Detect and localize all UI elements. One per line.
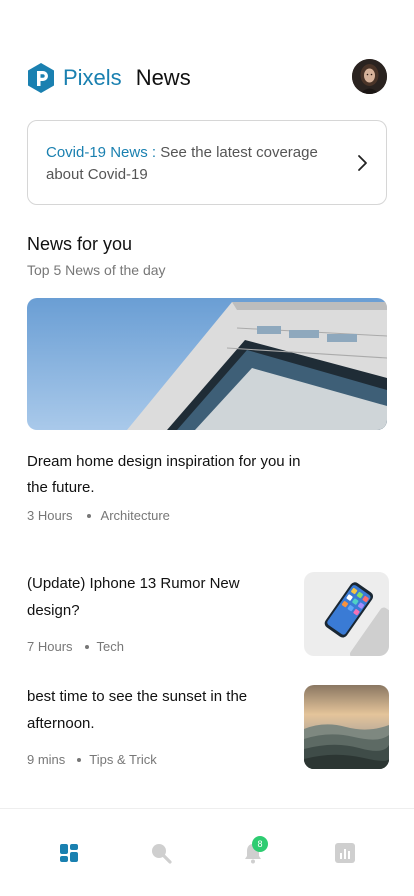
featured-meta: 3 Hours Architecture (27, 508, 170, 523)
article-category: Tips & Trick (89, 752, 157, 767)
brand-name-pixels: Pixels (63, 65, 122, 90)
notification-badge: 8 (252, 836, 268, 852)
bottom-tab-bar (0, 808, 414, 896)
covid-news-banner[interactable]: Covid-19 News : See the latest coverage … (27, 120, 387, 205)
article-time: 9 mins (27, 752, 66, 767)
p-logo-icon[interactable] (27, 62, 55, 94)
brand-name-news: News (135, 65, 191, 90)
dashboard-icon[interactable] (57, 841, 81, 865)
chevron-right-icon (356, 154, 368, 172)
search-icon[interactable] (149, 841, 173, 865)
separator-dot (86, 513, 91, 518)
section-title: News for you (27, 234, 133, 254)
article-meta-iphone: 7 Hours Tech (27, 639, 124, 654)
separator-dot (84, 644, 89, 649)
article-thumbnail-sunset[interactable] (304, 685, 389, 769)
article-category: Architecture (100, 508, 170, 523)
article-time: 7 Hours (27, 639, 73, 654)
article-time: 3 Hours (27, 508, 73, 523)
article-category: Tech (96, 639, 124, 654)
avatar[interactable] (352, 59, 387, 94)
app-header: Pixels News (27, 58, 387, 98)
article-meta-sunset: 9 mins Tips & Trick (27, 752, 157, 767)
featured-headline[interactable]: Dream home design inspiration for you in… (27, 449, 317, 501)
article-title-sunset[interactable]: best time to see the sunset in the after… (27, 683, 257, 737)
article-thumbnail-iphone[interactable] (304, 572, 389, 656)
featured-article-image[interactable] (27, 298, 387, 430)
banner-highlight: Covid-19 News : (46, 144, 157, 161)
chart-icon[interactable] (333, 841, 357, 865)
section-subtitle: Top 5 News of the day (27, 262, 166, 278)
separator-dot (77, 757, 82, 762)
article-title-iphone[interactable]: (Update) Iphone 13 Rumor New design? (27, 570, 257, 624)
